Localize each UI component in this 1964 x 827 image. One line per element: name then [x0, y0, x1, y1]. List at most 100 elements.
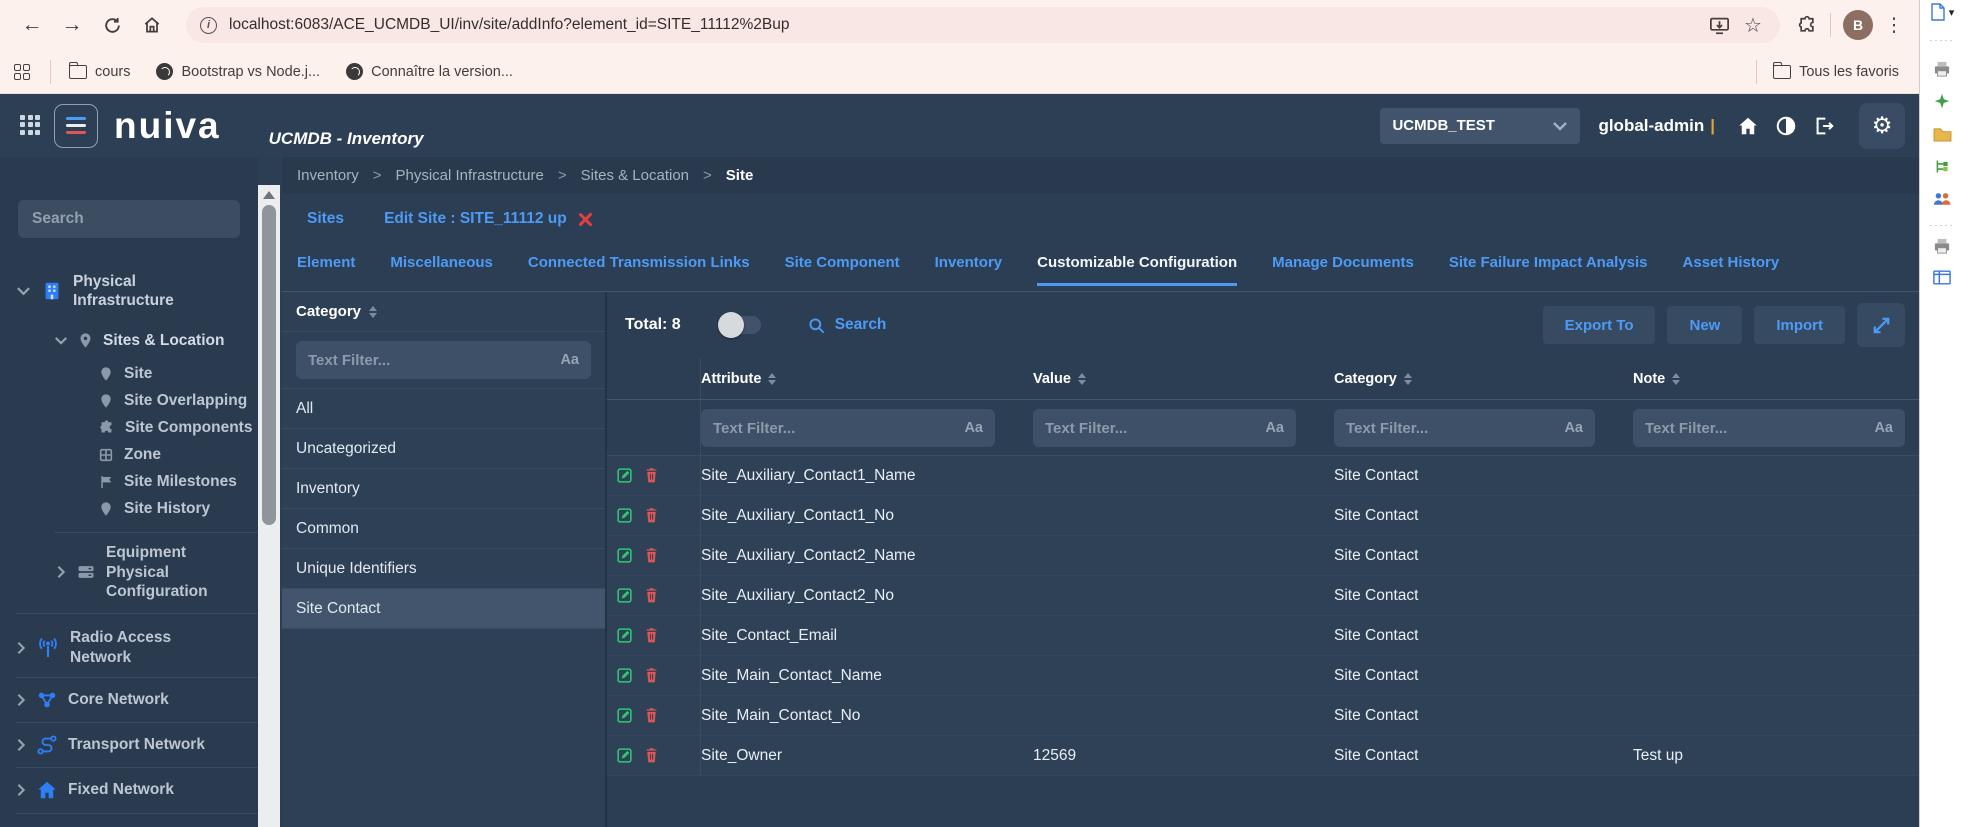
- expand-button[interactable]: [1857, 303, 1905, 347]
- scroll-up-arrow-icon[interactable]: [263, 191, 275, 199]
- printer-icon[interactable]: [1933, 61, 1951, 77]
- case-sensitive-toggle[interactable]: Aa: [560, 352, 579, 368]
- breadcrumb-item[interactable]: Physical Infrastructure: [395, 167, 543, 184]
- category-filter-input[interactable]: [1346, 420, 1556, 437]
- bookmark-star-icon[interactable]: ☆: [1736, 10, 1770, 40]
- home-icon[interactable]: [132, 7, 172, 43]
- sidebar-item-transport-network[interactable]: Transport Network: [0, 731, 258, 759]
- toggle-knob[interactable]: [718, 312, 744, 338]
- contrast-icon[interactable]: [1767, 107, 1805, 145]
- scrollbar-thumb[interactable]: [262, 205, 276, 525]
- attribute-filter-input[interactable]: [713, 420, 956, 437]
- sort-icon[interactable]: [768, 373, 776, 385]
- delete-icon[interactable]: [645, 708, 658, 723]
- delete-icon[interactable]: [645, 668, 658, 683]
- filter-toggle[interactable]: [721, 316, 761, 334]
- breadcrumb-item[interactable]: Inventory: [297, 167, 359, 184]
- extensions-icon[interactable]: [1790, 10, 1824, 40]
- apps-grid-icon[interactable]: [14, 64, 30, 80]
- delete-icon[interactable]: [645, 468, 658, 483]
- sidebar-item-site[interactable]: Site: [0, 360, 258, 387]
- edit-icon[interactable]: [617, 628, 632, 643]
- edit-icon[interactable]: [617, 668, 632, 683]
- close-tab-icon[interactable]: [577, 211, 594, 228]
- tab-edit-site[interactable]: Edit Site : SITE_11112 up: [384, 210, 567, 228]
- export-to-button[interactable]: Export To: [1543, 306, 1656, 344]
- window-icon[interactable]: [1933, 270, 1951, 285]
- tab-site-component[interactable]: Site Component: [785, 254, 900, 286]
- sidebar-item-physical-infrastructure[interactable]: Physical Infrastructure: [0, 272, 258, 311]
- category-item-common[interactable]: Common: [282, 509, 605, 549]
- case-sensitive-toggle[interactable]: Aa: [1874, 420, 1893, 436]
- back-icon[interactable]: ←: [12, 7, 52, 43]
- settings-button[interactable]: ⚙: [1859, 103, 1905, 149]
- tab-site-failure-impact-analysis[interactable]: Site Failure Impact Analysis: [1449, 254, 1648, 286]
- sidebar-item-site-milestones[interactable]: Site Milestones: [0, 468, 258, 495]
- profile-avatar[interactable]: B: [1843, 10, 1873, 40]
- note-filter-input[interactable]: [1645, 420, 1866, 437]
- breadcrumb-item[interactable]: Sites & Location: [581, 167, 689, 184]
- category-item-all[interactable]: All: [282, 389, 605, 429]
- column-header-note[interactable]: Note: [1633, 358, 1919, 399]
- tab-inventory[interactable]: Inventory: [935, 254, 1003, 286]
- tab-manage-documents[interactable]: Manage Documents: [1272, 254, 1414, 286]
- sidebar-item-radio-access-network[interactable]: Radio Access Network: [0, 628, 258, 667]
- case-sensitive-toggle[interactable]: Aa: [1265, 420, 1284, 436]
- column-header-category[interactable]: Category: [1334, 358, 1633, 399]
- category-filter-input[interactable]: [308, 352, 552, 369]
- value-filter-input[interactable]: [1045, 420, 1257, 437]
- bookmark-bootstrap[interactable]: Bootstrap vs Node.j...: [156, 63, 320, 80]
- sidebar-item-equipment-physical-configuration[interactable]: Equipment Physical Configuration: [0, 543, 258, 601]
- edit-icon[interactable]: [617, 708, 632, 723]
- bookmark-cours[interactable]: cours: [69, 64, 130, 80]
- category-item-inventory[interactable]: Inventory: [282, 469, 605, 509]
- url-bar[interactable]: i localhost:6083/ACE_UCMDB_UI/inv/site/a…: [186, 7, 1780, 43]
- category-header[interactable]: Category: [282, 292, 605, 332]
- table-row[interactable]: Site_Owner 12569 Site Contact Test up: [607, 736, 1919, 776]
- edit-icon[interactable]: [617, 468, 632, 483]
- people-icon[interactable]: [1933, 191, 1951, 206]
- new-button[interactable]: New: [1667, 306, 1742, 344]
- sidebar-item-zone[interactable]: Zone: [0, 441, 258, 468]
- logout-icon[interactable]: [1805, 107, 1843, 145]
- tab-miscellaneous[interactable]: Miscellaneous: [390, 254, 493, 286]
- tab-sites[interactable]: Sites: [307, 210, 344, 228]
- all-favorites[interactable]: Tous les favoris: [1773, 64, 1899, 80]
- reload-icon[interactable]: [92, 7, 132, 43]
- sort-icon[interactable]: [1078, 373, 1086, 385]
- sort-icon[interactable]: [1404, 373, 1412, 385]
- sidebar-item-site-overlapping[interactable]: Site Overlapping: [0, 387, 258, 414]
- delete-icon[interactable]: [645, 588, 658, 603]
- sidebar-item-sites-location[interactable]: Sites & Location: [0, 331, 258, 350]
- case-sensitive-toggle[interactable]: Aa: [964, 420, 983, 436]
- content-scrollbar[interactable]: [258, 185, 280, 827]
- table-row[interactable]: Site_Auxiliary_Contact2_Name Site Contac…: [607, 536, 1919, 576]
- column-header-value[interactable]: Value: [1033, 358, 1334, 399]
- new-file-icon[interactable]: [1930, 3, 1946, 21]
- table-row[interactable]: Site_Auxiliary_Contact1_No Site Contact: [607, 496, 1919, 536]
- edit-icon[interactable]: [617, 748, 632, 763]
- column-header-attribute[interactable]: Attribute: [701, 358, 1033, 399]
- case-sensitive-toggle[interactable]: Aa: [1564, 420, 1583, 436]
- delete-icon[interactable]: [645, 628, 658, 643]
- import-button[interactable]: Import: [1754, 306, 1845, 344]
- category-item-site-contact[interactable]: Site Contact: [282, 589, 605, 629]
- site-info-icon[interactable]: i: [200, 17, 217, 34]
- browser-menu-icon[interactable]: ⋮: [1879, 14, 1909, 37]
- url-text[interactable]: localhost:6083/ACE_UCMDB_UI/inv/site/add…: [229, 16, 1702, 34]
- environment-select[interactable]: UCMDB_TEST: [1380, 108, 1580, 144]
- tab-customizable-configuration[interactable]: Customizable Configuration: [1037, 254, 1237, 286]
- printer-icon[interactable]: [1933, 238, 1951, 254]
- table-row[interactable]: Site_Main_Contact_Name Site Contact: [607, 656, 1919, 696]
- category-item-uncategorized[interactable]: Uncategorized: [282, 429, 605, 469]
- tab-connected-transmission-links[interactable]: Connected Transmission Links: [528, 254, 750, 286]
- table-row[interactable]: Site_Auxiliary_Contact2_No Site Contact: [607, 576, 1919, 616]
- dock-dropdown-icon[interactable]: ▾: [1949, 6, 1955, 19]
- tree-icon[interactable]: [1934, 158, 1951, 175]
- edit-icon[interactable]: [617, 548, 632, 563]
- tab-asset-history[interactable]: Asset History: [1683, 254, 1780, 286]
- edit-icon[interactable]: [617, 508, 632, 523]
- folder-icon[interactable]: [1933, 127, 1952, 142]
- home-nav-icon[interactable]: [1729, 107, 1767, 145]
- app-launcher-icon[interactable]: [20, 115, 42, 137]
